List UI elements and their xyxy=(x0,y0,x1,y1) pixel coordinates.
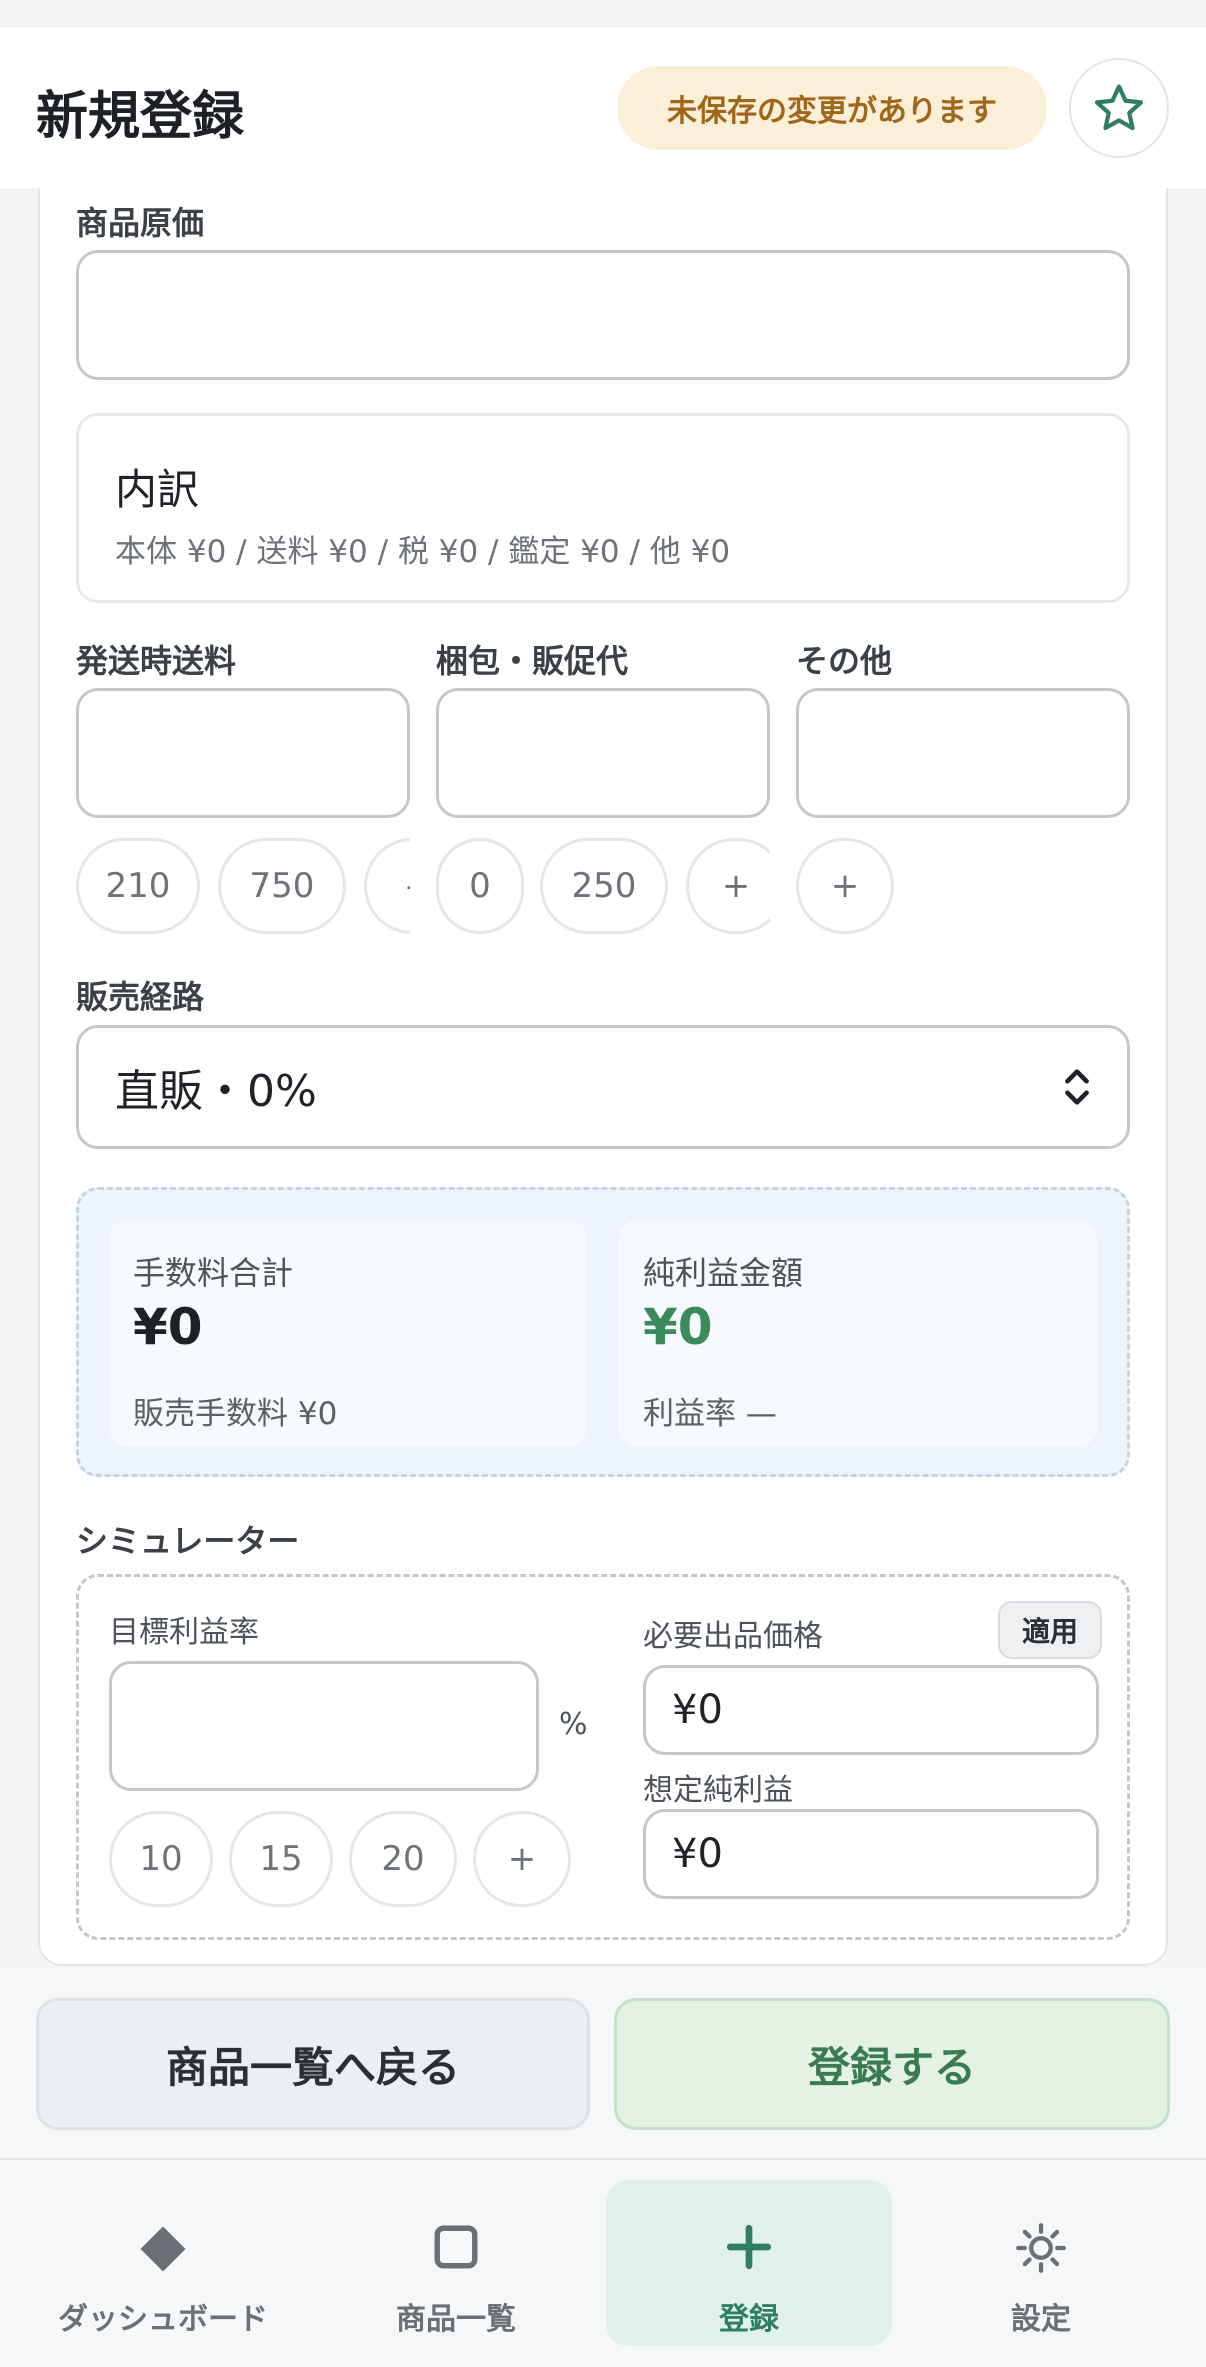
required-price-label: 必要出品価格 xyxy=(643,1619,823,1654)
tab-settings-label: 設定 xyxy=(1011,2302,1071,2337)
fee-total-value: ¥0 xyxy=(133,1298,203,1356)
packing-fee-input[interactable] xyxy=(436,688,770,818)
tab-product-list-label: 商品一覧 xyxy=(396,2302,516,2337)
unsaved-changes-badge: 未保存の変更があります xyxy=(617,66,1047,150)
target-rate-chip[interactable]: 10 xyxy=(109,1811,213,1907)
plus-icon xyxy=(726,2224,772,2270)
breakdown-title: 内訳 xyxy=(115,465,200,514)
sales-channel-select[interactable]: 直販・0% xyxy=(76,1025,1130,1149)
tab-dashboard[interactable]: ダッシュボード xyxy=(20,2180,306,2346)
packing-chip[interactable]: 0 xyxy=(436,838,524,934)
expected-profit-field: ¥0 xyxy=(643,1809,1099,1899)
breakdown-panel[interactable]: 内訳 本体 ¥0 / 送料 ¥0 / 税 ¥0 / 鑑定 ¥0 / 他 ¥0 xyxy=(76,413,1130,603)
back-to-list-button[interactable]: 商品一覧へ戻る xyxy=(36,1998,590,2130)
net-profit-value: ¥0 xyxy=(643,1298,713,1356)
tab-settings[interactable]: 設定 xyxy=(898,2180,1184,2346)
target-rate-chip[interactable]: 20 xyxy=(349,1811,457,1907)
fee-total-label: 手数料合計 xyxy=(133,1254,294,1292)
cost-price-label: 商品原価 xyxy=(76,204,205,242)
sales-fee-detail: 販売手数料 ¥0 xyxy=(133,1396,338,1432)
target-rate-add-chip[interactable]: + xyxy=(473,1811,571,1907)
other-fee-input[interactable] xyxy=(796,688,1130,818)
tab-product-list[interactable]: 商品一覧 xyxy=(313,2180,599,2346)
percent-unit: % xyxy=(559,1707,588,1742)
favorite-button[interactable] xyxy=(1069,58,1169,158)
shipping-chip-row: 210 750 - xyxy=(76,838,410,938)
action-footer: 商品一覧へ戻る 登録する xyxy=(0,1968,1206,2158)
tab-register-label: 登録 xyxy=(719,2302,779,2337)
sales-channel-label: 販売経路 xyxy=(76,978,205,1016)
other-fee-add-chip[interactable]: + xyxy=(796,838,894,934)
tab-dashboard-label: ダッシュボード xyxy=(58,2302,268,2337)
shipping-fee-input[interactable] xyxy=(76,688,410,818)
apply-button[interactable]: 適用 xyxy=(998,1601,1102,1659)
expected-profit-label: 想定純利益 xyxy=(643,1773,793,1808)
required-price-field: ¥0 xyxy=(643,1665,1099,1755)
bottom-tab-bar: ダッシュボード 商品一覧 登録 設定 xyxy=(0,2158,1206,2367)
sun-icon xyxy=(1016,2223,1066,2273)
packing-chip-row: 0 250 + xyxy=(436,838,770,938)
net-profit-label: 純利益金額 xyxy=(643,1254,804,1292)
packing-chip[interactable]: + xyxy=(686,838,770,934)
register-button[interactable]: 登録する xyxy=(614,1998,1170,2130)
profit-summary: 手数料合計 ¥0 販売手数料 ¥0 純利益金額 ¥0 利益率 — xyxy=(76,1187,1130,1477)
target-rate-chip[interactable]: 15 xyxy=(229,1811,333,1907)
chevron-up-down-icon xyxy=(1065,1069,1089,1105)
sales-channel-value: 直販・0% xyxy=(115,1066,317,1117)
breakdown-detail: 本体 ¥0 / 送料 ¥0 / 税 ¥0 / 鑑定 ¥0 / 他 ¥0 xyxy=(115,534,731,570)
shipping-chip[interactable]: 750 xyxy=(218,838,346,934)
simulator-panel: 目標利益率 % 10 15 20 + 必要出品価格 適用 ¥0 想定純利益 ¥0 xyxy=(76,1574,1130,1940)
packing-fee-label: 梱包・販促代 xyxy=(436,642,629,680)
top-header: 新規登録 未保存の変更があります xyxy=(0,28,1206,188)
diamond-icon xyxy=(140,2226,186,2272)
fee-total-card: 手数料合計 ¥0 販売手数料 ¥0 xyxy=(109,1220,587,1446)
star-icon xyxy=(1094,84,1144,131)
packing-chip[interactable]: 250 xyxy=(540,838,668,934)
other-fee-label: その他 xyxy=(796,642,893,680)
target-rate-label: 目標利益率 xyxy=(109,1615,259,1650)
target-rate-input[interactable] xyxy=(109,1661,539,1791)
simulator-title: シミュレーター xyxy=(76,1522,300,1560)
shipping-chip[interactable]: 210 xyxy=(76,838,200,934)
page-title: 新規登録 xyxy=(36,87,245,147)
shipping-chip[interactable]: - xyxy=(364,838,410,934)
tab-register[interactable]: 登録 xyxy=(606,2180,892,2346)
shipping-fee-label: 発送時送料 xyxy=(76,642,237,680)
profit-rate-detail: 利益率 — xyxy=(643,1396,777,1432)
cost-price-input[interactable] xyxy=(76,250,1130,380)
net-profit-card: 純利益金額 ¥0 利益率 — xyxy=(619,1220,1097,1446)
square-icon xyxy=(434,2225,478,2269)
